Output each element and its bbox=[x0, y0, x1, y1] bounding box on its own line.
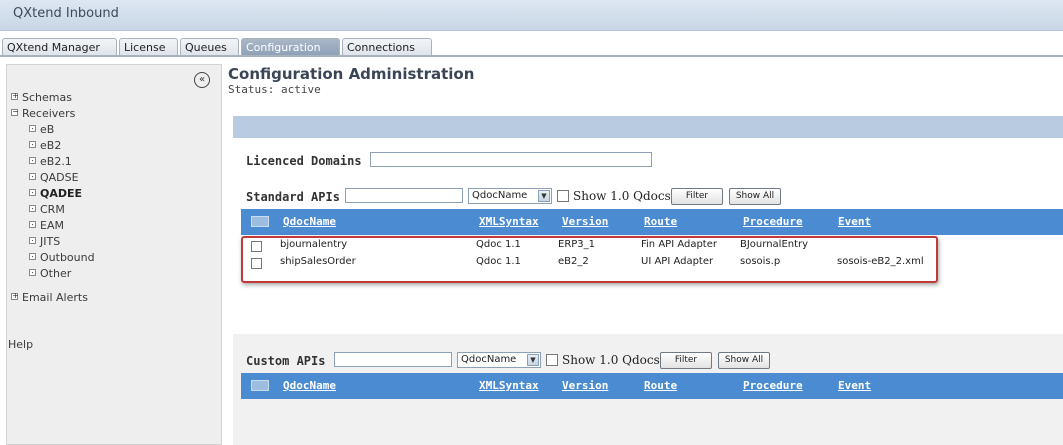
tab-queues[interactable]: Queues bbox=[180, 38, 239, 56]
standard-apis-search-input[interactable] bbox=[345, 188, 463, 203]
sidebar-item-outbound[interactable]: Outbound bbox=[29, 251, 95, 264]
sidebar-item-eb2-1[interactable]: eB2.1 bbox=[29, 155, 72, 168]
leaf-bullet-icon bbox=[29, 189, 36, 196]
custom-show-qdocs-label: Show 1.0 Qdocs bbox=[562, 353, 660, 367]
sidebar-item-label: Schemas bbox=[22, 91, 72, 104]
sidebar-item-label: QADSE bbox=[40, 171, 79, 184]
sidebar-item-schemas[interactable]: + Schemas bbox=[11, 91, 72, 104]
status-text: Status: active bbox=[228, 83, 321, 96]
select-all-checkbox[interactable] bbox=[251, 216, 269, 227]
sidebar-item-label: eB2.1 bbox=[40, 155, 72, 168]
custom-apis-field-select[interactable]: QdocName ▼ bbox=[457, 352, 541, 368]
column-qdocname[interactable]: QdocName bbox=[283, 215, 336, 228]
tab-divider bbox=[0, 55, 1063, 57]
leaf-bullet-icon bbox=[29, 141, 36, 148]
column-xmlsyntax[interactable]: XMLSyntax bbox=[479, 215, 539, 228]
sidebar-item-label: QADEE bbox=[40, 187, 83, 200]
sidebar-item-label: eB bbox=[40, 123, 55, 136]
custom-show-qdocs-checkbox[interactable] bbox=[546, 354, 558, 366]
leaf-bullet-icon bbox=[29, 237, 36, 244]
leaf-bullet-icon bbox=[29, 269, 36, 276]
main-tabs: QXtend Manager License Queues Configurat… bbox=[0, 38, 1063, 56]
licensed-domains-input[interactable] bbox=[370, 152, 652, 167]
chevron-down-icon: ▼ bbox=[538, 190, 550, 202]
column-route[interactable]: Route bbox=[644, 215, 677, 228]
standard-show-qdocs-checkbox[interactable] bbox=[557, 190, 569, 202]
leaf-bullet-icon bbox=[29, 173, 36, 180]
standard-apis-table-header: QdocName XMLSyntax Version Route Procedu… bbox=[241, 209, 1063, 235]
column-event[interactable]: Event bbox=[838, 379, 871, 392]
select-value: QdocName bbox=[461, 354, 517, 365]
sidebar: « + Schemas − Receivers eB eB2 eB2.1 QADSE… bbox=[6, 64, 222, 445]
custom-apis-table-header: QdocName XMLSyntax Version Route Procedu… bbox=[241, 373, 1063, 399]
standard-show-all-button[interactable]: Show All bbox=[729, 188, 781, 205]
column-procedure[interactable]: Procedure bbox=[743, 379, 803, 392]
double-chevron-left-icon[interactable]: « bbox=[194, 72, 210, 88]
tab-connections[interactable]: Connections bbox=[342, 38, 432, 56]
column-qdocname[interactable]: QdocName bbox=[283, 379, 336, 392]
sidebar-item-eam[interactable]: EAM bbox=[29, 219, 64, 232]
column-version[interactable]: Version bbox=[562, 379, 608, 392]
collapse-icon[interactable]: − bbox=[11, 107, 19, 116]
tab-qxtend-manager[interactable]: QXtend Manager bbox=[2, 38, 117, 56]
chevron-down-icon: ▼ bbox=[527, 354, 539, 366]
custom-apis-label: Custom APIs bbox=[246, 354, 326, 368]
tab-license[interactable]: License bbox=[119, 38, 178, 56]
page-title: Configuration Administration bbox=[228, 65, 475, 83]
column-version[interactable]: Version bbox=[562, 215, 608, 228]
tab-configuration[interactable]: Configuration bbox=[241, 38, 340, 56]
sidebar-item-label: Receivers bbox=[22, 107, 76, 120]
help-link[interactable]: Help bbox=[8, 338, 33, 351]
sidebar-item-label: JITS bbox=[40, 235, 61, 248]
licensed-domains-label: Licenced Domains bbox=[246, 154, 362, 168]
sidebar-item-qadee[interactable]: QADEE bbox=[29, 187, 82, 200]
sidebar-item-label: Outbound bbox=[40, 251, 95, 264]
sidebar-item-other[interactable]: Other bbox=[29, 267, 71, 280]
select-value: QdocName bbox=[472, 190, 528, 201]
leaf-bullet-icon bbox=[29, 205, 36, 212]
expand-icon[interactable]: + bbox=[11, 291, 19, 300]
sidebar-item-qadse[interactable]: QADSE bbox=[29, 171, 79, 184]
column-xmlsyntax[interactable]: XMLSyntax bbox=[479, 379, 539, 392]
column-event[interactable]: Event bbox=[838, 215, 871, 228]
column-procedure[interactable]: Procedure bbox=[743, 215, 803, 228]
custom-filter-button[interactable]: Filter bbox=[660, 352, 712, 369]
sidebar-item-receivers[interactable]: − Receivers bbox=[11, 107, 75, 120]
sidebar-item-label: Other bbox=[40, 267, 72, 280]
leaf-bullet-icon bbox=[29, 253, 36, 260]
highlight-box bbox=[241, 236, 938, 283]
standard-show-qdocs-label: Show 1.0 Qdocs bbox=[573, 189, 671, 203]
expand-icon[interactable]: + bbox=[11, 91, 19, 100]
leaf-bullet-icon bbox=[29, 125, 36, 132]
sidebar-item-eb2[interactable]: eB2 bbox=[29, 139, 61, 152]
standard-apis-label: Standard APIs bbox=[246, 190, 340, 204]
sidebar-item-label: Email Alerts bbox=[22, 291, 88, 304]
leaf-bullet-icon bbox=[29, 221, 36, 228]
standard-filter-button[interactable]: Filter bbox=[671, 188, 723, 205]
custom-apis-search-input[interactable] bbox=[334, 352, 452, 367]
custom-show-all-button[interactable]: Show All bbox=[718, 352, 770, 369]
sidebar-item-eb[interactable]: eB bbox=[29, 123, 54, 136]
app-title-bar: QXtend Inbound bbox=[0, 0, 1063, 31]
sidebar-item-label: EAM bbox=[40, 219, 64, 232]
section-header-bar bbox=[233, 116, 1063, 138]
sidebar-item-email-alerts[interactable]: + Email Alerts bbox=[11, 291, 88, 304]
column-route[interactable]: Route bbox=[644, 379, 677, 392]
select-all-checkbox[interactable] bbox=[251, 380, 269, 391]
standard-apis-field-select[interactable]: QdocName ▼ bbox=[468, 188, 552, 204]
leaf-bullet-icon bbox=[29, 157, 36, 164]
app-title: QXtend Inbound bbox=[13, 6, 119, 21]
sidebar-item-label: CRM bbox=[40, 203, 65, 216]
sidebar-item-crm[interactable]: CRM bbox=[29, 203, 65, 216]
sidebar-item-jits[interactable]: JITS bbox=[29, 235, 60, 248]
sidebar-item-label: eB2 bbox=[40, 139, 62, 152]
